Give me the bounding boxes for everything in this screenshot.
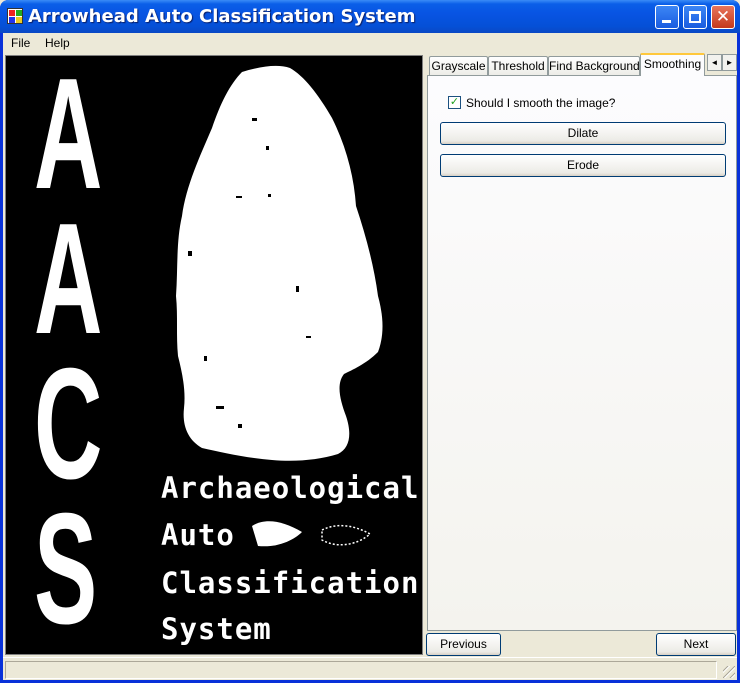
tab-smoothing[interactable]: Smoothing (640, 53, 705, 76)
tab-scroll-right-icon[interactable]: ► (722, 54, 737, 71)
menu-help[interactable]: Help (45, 36, 70, 50)
tab-grayscale[interactable]: Grayscale (429, 56, 488, 76)
window-title: Arrowhead Auto Classification System (28, 6, 416, 27)
client-area: File Help A A C S Archaeological Auto Cl… (3, 33, 737, 680)
dilate-button[interactable]: Dilate (440, 122, 726, 145)
maximize-button[interactable] (683, 5, 707, 29)
status-panel (5, 661, 717, 679)
minimize-button[interactable] (655, 5, 679, 29)
tagline-line: Archaeological (161, 471, 420, 505)
smooth-checkbox[interactable]: ✓ (448, 96, 461, 109)
maximize-icon (689, 11, 701, 23)
image-display: A A C S Archaeological Auto Classificati… (5, 55, 423, 655)
resize-grip-icon[interactable] (723, 666, 735, 678)
app-window: Arrowhead Auto Classification System ✕ F… (0, 0, 740, 683)
next-button[interactable]: Next (656, 633, 736, 656)
status-bar (3, 657, 737, 680)
smoothing-tab-page: ✓ Should I smooth the image? Dilate Erod… (427, 75, 737, 631)
tab-strip: Grayscale Threshold Find Background Smoo… (427, 53, 737, 76)
menu-file[interactable]: File (11, 36, 30, 50)
tagline-line: System (161, 612, 272, 646)
tab-threshold[interactable]: Threshold (488, 56, 548, 76)
tagline-line: Auto (161, 518, 235, 552)
erode-button[interactable]: Erode (440, 154, 726, 177)
menu-bar: File Help (3, 33, 737, 53)
tab-scroll-left-icon[interactable]: ◄ (707, 54, 722, 71)
title-bar[interactable]: Arrowhead Auto Classification System ✕ (0, 0, 740, 33)
app-icon[interactable] (7, 8, 23, 24)
smooth-checkbox-label[interactable]: Should I smooth the image? (466, 96, 615, 110)
minimize-icon (662, 20, 671, 23)
tab-control: Grayscale Threshold Find Background Smoo… (423, 53, 737, 659)
tagline-line: Classification (161, 566, 420, 600)
tab-find-background[interactable]: Find Background (548, 56, 640, 76)
close-icon: ✕ (715, 7, 731, 27)
previous-button[interactable]: Previous (426, 633, 501, 656)
close-button[interactable]: ✕ (711, 5, 735, 29)
